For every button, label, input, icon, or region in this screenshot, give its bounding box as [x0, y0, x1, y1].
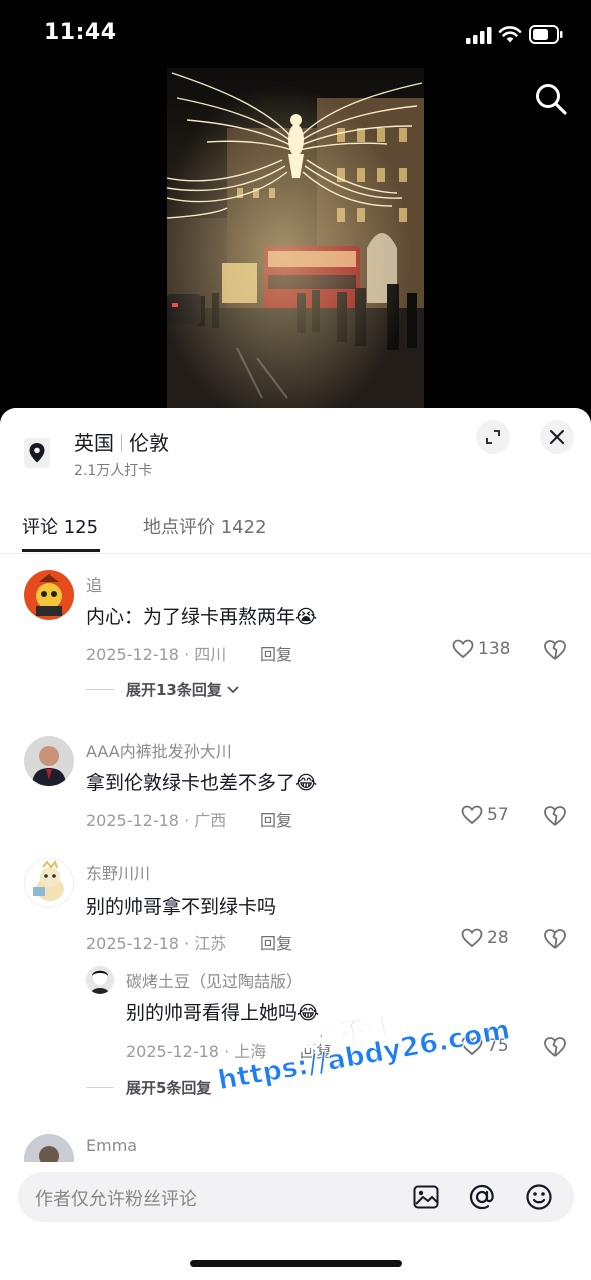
search-icon[interactable] [534, 82, 568, 116]
comment-date-location: 2025-12-18 · 四川 [86, 645, 227, 664]
like-count: 28 [487, 928, 509, 948]
avatar[interactable] [86, 966, 114, 994]
reply-date-location: 2025-12-18 · 上海 [126, 1042, 267, 1061]
mention-button[interactable] [467, 1182, 497, 1212]
comment-body: 内心：为了绿卡再熬两年 [86, 606, 296, 628]
comment-input-placeholder: 作者仅允许粉丝评论 [35, 1189, 197, 1210]
location-title[interactable]: 英国 伦敦 [74, 427, 169, 456]
chevron-down-icon [227, 685, 239, 693]
heart-icon [452, 639, 474, 659]
close-button[interactable] [540, 420, 574, 454]
reply-text: 别的帅哥看得上她吗😂 [126, 998, 319, 1025]
expand-label: 展开5条回复 [126, 1079, 212, 1097]
tab-place-reviews[interactable]: 地点评价 1422 [143, 513, 267, 539]
comment-username[interactable]: 东野川川 [86, 860, 150, 884]
comment-body: 拿到伦敦绿卡也差不多了 [86, 772, 296, 794]
broken-heart-icon[interactable] [543, 805, 567, 827]
heart-icon [461, 928, 483, 948]
broken-heart-icon[interactable] [543, 1036, 567, 1058]
like-button[interactable]: 28 [461, 928, 509, 948]
video-frame [167, 68, 424, 410]
comments-sheet: 英国 伦敦 2.1万人打卡 评论 125 地点评价 1422 追 内心：为了绿卡… [0, 408, 591, 1280]
battery-icon [529, 25, 563, 44]
home-indicator[interactable] [190, 1260, 402, 1267]
checkin-count: 2.1万人打卡 [74, 463, 153, 479]
location-country: 英国 [74, 431, 114, 455]
crying-emoji: 😭 [295, 606, 318, 628]
reply-button[interactable]: 回复 [260, 930, 292, 954]
expand-button[interactable] [476, 420, 510, 454]
avatar[interactable] [24, 858, 74, 908]
image-button[interactable] [411, 1182, 441, 1212]
like-button[interactable]: 57 [461, 805, 509, 825]
location-pin-icon [24, 438, 50, 468]
reply-button[interactable]: 回复 [260, 807, 292, 831]
comment-text: 别的帅哥拿不到绿卡吗 [86, 896, 277, 918]
expand-divider [86, 1087, 114, 1088]
cellular-signal-icon [466, 27, 492, 44]
reply-username[interactable]: 碳烤土豆（见过陶喆版） [126, 968, 302, 992]
comment-text: 拿到伦敦绿卡也差不多了😂 [86, 768, 317, 795]
tab-comments[interactable]: 评论 125 [22, 513, 98, 539]
title-divider [121, 434, 122, 452]
broken-heart-icon[interactable] [543, 639, 567, 661]
video-player[interactable] [167, 68, 424, 410]
like-button[interactable]: 138 [452, 639, 510, 659]
tab-bar: 评论 125 地点评价 1422 [0, 508, 591, 554]
location-city: 伦敦 [129, 431, 169, 455]
status-time: 11:44 [44, 20, 117, 45]
expand-icon [486, 430, 500, 444]
laughing-crying-emoji: 😂 [295, 772, 318, 794]
expand-replies-button[interactable]: 展开5条回复 [86, 1077, 211, 1098]
comment-date-location: 2025-12-18 · 江苏 [86, 934, 227, 953]
emoji-icon [526, 1184, 552, 1210]
comment-username[interactable]: Emma [86, 1136, 137, 1155]
screen: 11:44 英国 伦敦 2.1万人打卡 评论 125 地点评价 1422 追 内… [0, 0, 591, 1280]
avatar[interactable] [24, 570, 74, 620]
emoji-button[interactable] [524, 1182, 554, 1212]
like-count: 138 [478, 639, 511, 659]
like-count: 57 [487, 805, 509, 825]
expand-divider [86, 689, 114, 690]
tab-active-indicator [22, 549, 100, 552]
comment-username[interactable]: 追 [86, 572, 102, 596]
expand-replies-button[interactable]: 展开13条回复 [86, 679, 240, 700]
avatar[interactable] [24, 736, 74, 786]
comment-username[interactable]: AAA内裤批发孙大川 [86, 738, 232, 762]
image-icon [413, 1185, 439, 1209]
comment-date-location: 2025-12-18 · 广西 [86, 811, 227, 830]
close-icon [550, 430, 564, 444]
reply-button[interactable]: 回复 [260, 641, 292, 665]
reply-body: 别的帅哥看得上她吗 [126, 1002, 298, 1024]
at-icon [469, 1184, 494, 1210]
comment-text: 内心：为了绿卡再熬两年😭 [86, 602, 317, 629]
heart-icon [461, 805, 483, 825]
broken-heart-icon[interactable] [543, 928, 567, 950]
expand-label: 展开13条回复 [126, 681, 222, 699]
comment-input[interactable]: 作者仅允许粉丝评论 [18, 1172, 574, 1222]
wifi-icon [498, 26, 522, 43]
status-bar: 11:44 [0, 0, 591, 70]
